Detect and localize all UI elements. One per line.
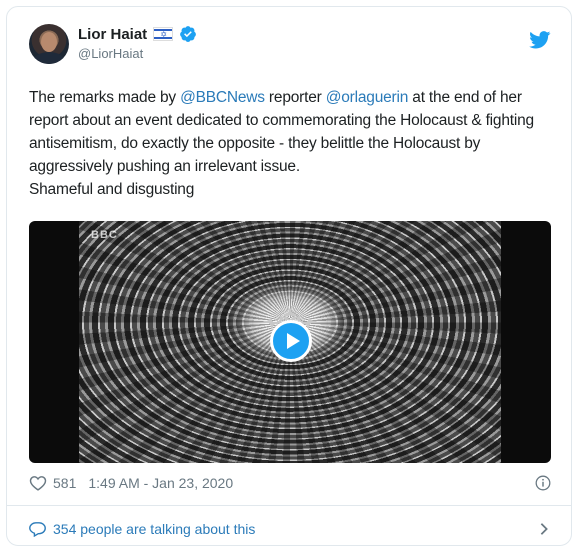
video-player[interactable]: BBC bbox=[29, 221, 551, 463]
mention-link-bbcnews[interactable]: @BBCNews bbox=[180, 89, 265, 106]
info-icon[interactable] bbox=[535, 475, 551, 491]
avatar[interactable] bbox=[29, 24, 69, 64]
author-display-name[interactable]: Lior Haiat bbox=[78, 26, 147, 43]
mention-link-orlaguerin[interactable]: @orlaguerin bbox=[326, 89, 409, 106]
heart-icon[interactable] bbox=[29, 475, 47, 491]
avatar-face bbox=[41, 32, 57, 52]
avatar-suit bbox=[33, 52, 65, 64]
tweet-text-part: reporter bbox=[264, 89, 326, 106]
author-handle[interactable]: @LiorHaiat bbox=[78, 46, 143, 61]
tweet-text: The remarks made by @BBCNews reporter @o… bbox=[29, 86, 549, 201]
conversation-count[interactable]: 354 people are talking about this bbox=[53, 521, 255, 537]
tweet-timestamp[interactable]: 1:49 AM - Jan 23, 2020 bbox=[88, 475, 233, 491]
tweet-text-part: The remarks made by bbox=[29, 89, 181, 106]
tweet-meta: 581 1:49 AM - Jan 23, 2020 bbox=[29, 475, 233, 491]
bbc-watermark: BBC bbox=[91, 229, 118, 241]
verified-badge-icon bbox=[180, 26, 197, 42]
speech-bubble-icon bbox=[29, 522, 46, 537]
like-count[interactable]: 581 bbox=[53, 475, 76, 491]
author-name-row: Lior Haiat ✡ bbox=[78, 25, 197, 43]
israel-flag-icon: ✡ bbox=[153, 27, 174, 41]
play-icon[interactable] bbox=[270, 320, 312, 362]
tweet-text-part: Shameful and disgusting bbox=[29, 181, 195, 198]
twitter-bird-icon[interactable] bbox=[529, 31, 551, 49]
tweet-card: Lior Haiat ✡ @LiorHaiat The remarks made… bbox=[6, 6, 572, 546]
divider bbox=[7, 505, 571, 506]
chevron-right-icon[interactable] bbox=[539, 522, 549, 536]
conversation-link[interactable]: 354 people are talking about this bbox=[29, 521, 255, 537]
